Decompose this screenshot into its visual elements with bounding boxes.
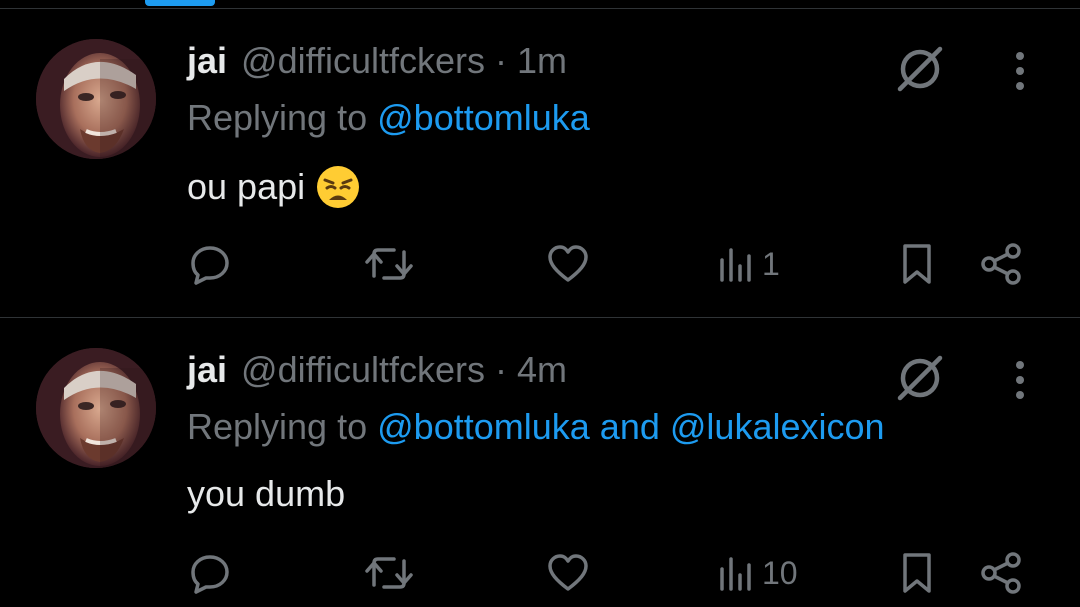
display-name[interactable]: jai <box>187 349 227 391</box>
replying-to: Replying to @bottomluka and @lukalexicon <box>187 406 885 448</box>
tweet-text: ou papi <box>187 164 361 210</box>
reply-icon <box>188 551 232 595</box>
like-button[interactable] <box>546 548 590 598</box>
reply-icon <box>188 242 232 286</box>
timeline: jai @difficultfckers · 1m Replying to @b… <box>0 0 1080 607</box>
views-icon <box>718 242 756 286</box>
views-button[interactable]: 10 <box>718 548 798 598</box>
display-name[interactable]: jai <box>187 40 227 82</box>
bookmark-icon <box>897 551 937 595</box>
bookmark-button[interactable] <box>897 548 937 598</box>
share-icon <box>978 242 1024 286</box>
tweet[interactable]: jai @difficultfckers · 4m Replying to @b… <box>0 318 1080 607</box>
views-count: 1 <box>762 245 780 282</box>
grok-icon[interactable] <box>892 41 948 97</box>
share-button[interactable] <box>978 548 1024 598</box>
separator: · <box>494 40 507 81</box>
timestamp[interactable]: 4m <box>517 349 567 391</box>
grok-icon[interactable] <box>892 350 948 406</box>
retweet-button[interactable] <box>364 239 414 289</box>
tweet-text: you dumb <box>187 473 345 515</box>
weary-face-icon <box>315 164 361 210</box>
replying-prefix: Replying to <box>187 97 368 138</box>
like-icon <box>546 242 590 286</box>
user-handle[interactable]: @difficultfckers <box>241 349 485 391</box>
retweet-button[interactable] <box>364 548 414 598</box>
tweet-header: jai @difficultfckers · 4m <box>187 346 567 394</box>
replying-to: Replying to @bottomluka <box>187 97 590 139</box>
separator: · <box>494 349 507 390</box>
tweet-header: jai @difficultfckers · 1m <box>187 37 567 85</box>
mention-joiner: and <box>599 406 660 447</box>
views-count: 10 <box>762 554 798 591</box>
views-icon <box>718 551 756 595</box>
tweet-text-content: ou papi <box>187 166 306 207</box>
retweet-icon <box>364 242 414 286</box>
avatar[interactable] <box>36 348 156 468</box>
share-button[interactable] <box>978 239 1024 289</box>
mention-link[interactable]: @bottomluka <box>377 406 590 447</box>
more-icon[interactable] <box>1006 358 1034 402</box>
avatar[interactable] <box>36 39 156 159</box>
bookmark-button[interactable] <box>897 239 937 289</box>
tweet-text-content: you dumb <box>187 473 346 514</box>
retweet-icon <box>364 551 414 595</box>
reply-button[interactable] <box>188 239 232 289</box>
tweet-actions: 1 <box>0 239 1080 289</box>
timestamp[interactable]: 1m <box>517 40 567 82</box>
share-icon <box>978 551 1024 595</box>
more-icon[interactable] <box>1006 49 1034 93</box>
mention-link[interactable]: @bottomluka <box>377 97 590 138</box>
user-handle[interactable]: @difficultfckers <box>241 40 485 82</box>
bookmark-icon <box>897 242 937 286</box>
replying-prefix: Replying to <box>187 406 368 447</box>
views-button[interactable]: 1 <box>718 239 780 289</box>
mention-link[interactable]: @lukalexicon <box>670 406 885 447</box>
like-button[interactable] <box>546 239 590 289</box>
tweet-actions: 10 <box>0 548 1080 598</box>
reply-button[interactable] <box>188 548 232 598</box>
like-icon <box>546 551 590 595</box>
tweet[interactable]: jai @difficultfckers · 1m Replying to @b… <box>0 9 1080 317</box>
tab-indicator <box>145 0 215 6</box>
